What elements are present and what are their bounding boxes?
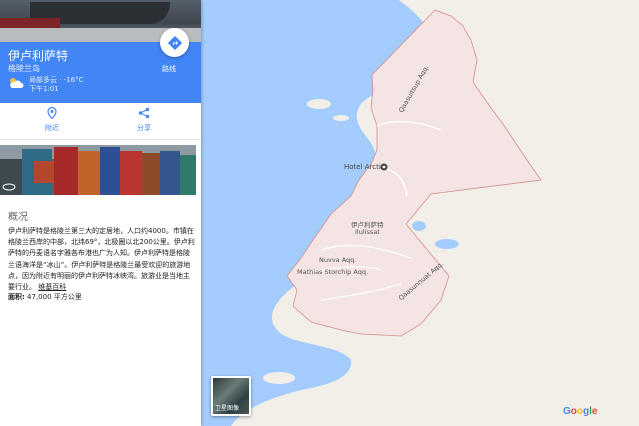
directions-icon: [167, 35, 182, 50]
island: [307, 99, 331, 109]
place-subtitle: 格陵兰岛: [8, 64, 40, 73]
road-label: Mathias Storchip Aqq.: [297, 268, 369, 276]
place-photo[interactable]: [0, 145, 196, 195]
place-panel: 伊卢利萨特 格陵兰岛 局部多云 · -16°C 下午1:01 路线 附近 分享 …: [0, 0, 201, 426]
nearby-label: 附近: [45, 124, 59, 132]
share-label: 分享: [137, 124, 151, 132]
nearby-button[interactable]: 附近: [32, 107, 72, 133]
overview-text-block: 伊卢利萨特是格陵兰第三大的定居地，人口约4000。市镇在格陵兰西岸的中部，北纬6…: [8, 226, 196, 293]
island: [263, 372, 295, 384]
local-time-text: 下午1:01: [29, 85, 59, 93]
lake: [412, 221, 426, 231]
road-label: Nuvva Aqq.: [319, 256, 357, 264]
share-icon: [138, 107, 150, 119]
google-logo: Google: [563, 406, 598, 417]
map-graphics[interactable]: [201, 0, 639, 426]
area-label: 面积:: [8, 293, 25, 301]
overview-description: 伊卢利萨特是格陵兰第三大的定居地，人口约4000。市镇在格陵兰西岸的中部，北纬6…: [8, 227, 195, 292]
wikipedia-link[interactable]: 维基百科: [38, 283, 66, 291]
route-button[interactable]: [160, 28, 189, 57]
satellite-toggle[interactable]: 卫星图像: [211, 376, 251, 416]
map-canvas[interactable]: Hotel Arctic 伊卢利萨特 Ilulissat Mathias Sto…: [201, 0, 639, 426]
share-button[interactable]: 分享: [124, 107, 164, 133]
place-title: 伊卢利萨特: [8, 49, 69, 63]
island: [333, 115, 349, 121]
photo-360-icon[interactable]: [2, 183, 16, 191]
route-label[interactable]: 路线: [162, 64, 176, 74]
action-bar: 附近 分享: [0, 103, 201, 140]
area-value: 47,000 平方公里: [27, 293, 82, 301]
location-pin-icon: [47, 107, 57, 119]
overview-heading: 概况: [8, 212, 28, 223]
town-label-en[interactable]: Ilulissat: [355, 228, 380, 236]
lake: [435, 239, 459, 249]
area-row: 面积: 47,000 平方公里: [8, 292, 82, 302]
partly-cloudy-icon: [10, 78, 24, 88]
hotel-label[interactable]: Hotel Arctic: [344, 163, 385, 171]
satellite-label: 卫星图像: [215, 405, 240, 412]
